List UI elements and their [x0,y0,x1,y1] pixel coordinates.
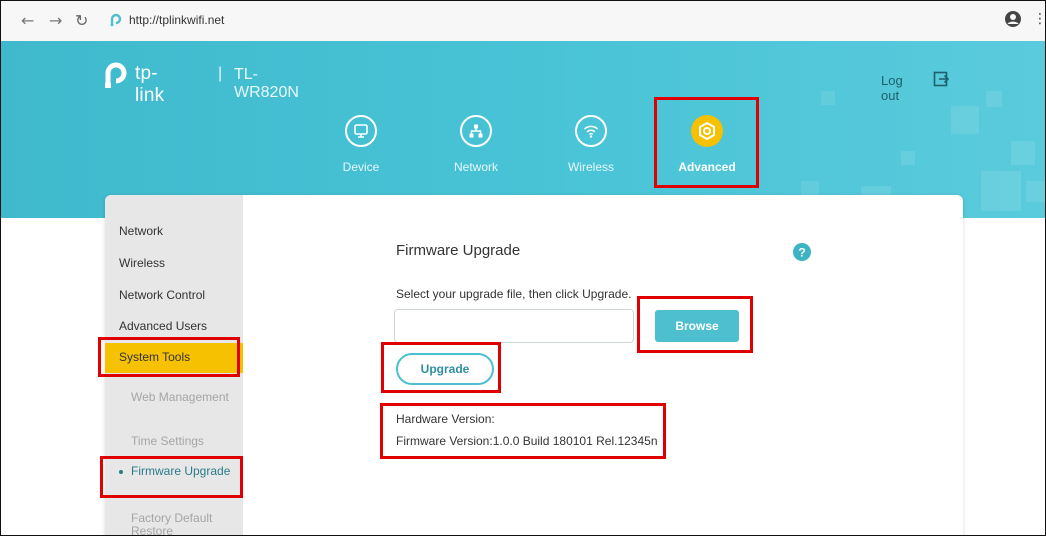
tab-device[interactable]: Device [321,111,401,181]
reload-icon[interactable]: ↻ [75,12,88,30]
model-name: TL-WR820N [234,66,299,101]
monitor-icon [345,115,377,147]
highlight-system-tools [98,337,240,377]
svg-text:?: ? [798,246,805,260]
highlight-advanced-tab [654,97,759,188]
tplink-logo-icon [105,62,127,88]
more-menu-icon[interactable]: ⋮ [1033,11,1045,27]
profile-icon[interactable] [1004,10,1022,28]
tab-wireless[interactable]: Wireless [551,111,631,181]
page-title: Firmware Upgrade [396,242,521,259]
page: ← → ↻ http://tplinkwifi.net ⋮ tp-link | … [0,0,1046,536]
wifi-icon [575,115,607,147]
url-text: http://tplinkwifi.net [129,13,225,27]
sidebar-subitem-time-settings[interactable]: Time Settings [131,435,231,448]
logout-label: Log out [881,73,903,103]
tab-wireless-label: Wireless [567,160,614,174]
upgrade-instruction: Select your upgrade file, then click Upg… [396,287,632,301]
sidebar-subitem-factory-default-restore[interactable]: Factory Default Restore [131,512,231,536]
browser-toolbar: ← → ↻ http://tplinkwifi.net ⋮ [1,1,1045,42]
logout-icon [933,71,949,87]
brand-separator: | [218,65,223,82]
highlight-firmware-upgrade [100,456,243,498]
tab-network[interactable]: Network [436,111,516,181]
sidebar-item-wireless[interactable]: Wireless [119,256,165,270]
tab-device-label: Device [342,160,380,174]
network-icon [460,115,492,147]
highlight-upgrade-button [381,342,501,393]
help-icon[interactable]: ? [793,243,811,261]
tab-network-label: Network [453,160,498,174]
brand-name: tp-link [135,63,165,106]
address-bar[interactable]: http://tplinkwifi.net [101,9,401,33]
sidebar-subitem-web-management[interactable]: Web Management [131,391,231,404]
header-banner: tp-link | TL-WR820N Log out Device Netwo… [1,41,1045,218]
highlight-version-info [380,403,666,459]
highlight-browse-button [637,296,753,353]
tplink-favicon-icon [110,13,122,27]
forward-arrow-icon[interactable]: → [49,12,62,30]
sidebar-item-network[interactable]: Network [119,224,163,238]
sidebar-item-advanced-users[interactable]: Advanced Users [119,319,207,333]
firmware-file-input[interactable] [394,309,634,343]
sidebar-item-network-control[interactable]: Network Control [119,288,205,302]
back-arrow-icon[interactable]: ← [21,12,34,30]
